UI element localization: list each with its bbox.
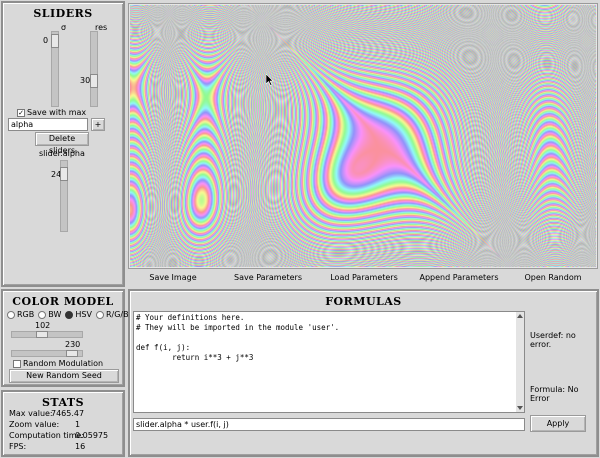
stat-label: Zoom value: [9,420,60,429]
save-image-button[interactable]: Save Image [128,272,218,286]
radio-icon[interactable] [7,310,15,319]
color-model-option-rgb[interactable]: R/G/B [95,310,129,319]
color-slider-2-thumb[interactable] [66,350,78,357]
stat-label: Computation time: [9,431,85,440]
color-model-option-label: RGB [17,310,35,319]
stat-value: 16 [75,442,86,451]
stat-value: 7465.47 [51,409,85,418]
checkbox-icon[interactable] [13,359,21,368]
stat-row: Zoom value: 1 [9,420,123,430]
color-slider-2[interactable] [11,350,83,357]
new-slider-input[interactable]: alpha [8,118,88,131]
radio-icon[interactable] [95,310,104,319]
code-line: def f(i, j): [136,343,191,352]
color-slider-1-thumb[interactable] [36,331,48,338]
res-slider[interactable] [90,31,98,107]
formula-status: Formula: No Error [530,385,579,403]
alpha-slider[interactable] [60,160,68,232]
alpha-slider-label: slider.alpha [39,149,85,158]
res-slider-thumb[interactable] [90,74,98,88]
render-canvas-frame [128,3,598,269]
sigma-slider-thumb[interactable] [51,34,59,48]
stat-value: 1 [75,420,81,429]
formulas-panel: FORMULAS # Your definitions here. # They… [128,289,599,457]
sigma-value: 0 [43,36,49,45]
stats-title: STATS [41,396,85,409]
res-value: 30 [80,76,91,85]
color-slider-2-value: 230 [65,340,81,349]
color-slider-1[interactable] [11,331,83,338]
sliders-title: SLIDERS [33,7,93,20]
sigma-label: σ [61,23,67,32]
color-model-title: COLOR MODEL [12,295,114,308]
open-random-button[interactable]: Open Random [508,272,598,286]
color-model-option-label: BW [48,310,62,319]
color-slider-1-value: 102 [35,321,51,330]
color-model-options: RGB BW HSV R/G/B [7,310,133,319]
radio-icon[interactable] [65,310,74,319]
color-model-option-label: HSV [75,310,92,319]
save-parameters-button[interactable]: Save Parameters [220,272,316,286]
stat-value: 0.05975 [75,431,109,440]
random-modulation-checkbox[interactable]: Random Modulation [13,359,103,368]
load-parameters-button[interactable]: Load Parameters [318,272,410,286]
stat-row: FPS: 16 [9,442,123,452]
userdef-status: Userdef: no error. [530,331,576,349]
render-canvas[interactable] [130,5,596,267]
apply-button[interactable]: Apply [530,415,586,432]
scroll-up-icon[interactable] [517,314,523,318]
random-modulation-label: Random Modulation [23,359,104,368]
color-model-option-hsv[interactable]: HSV [65,310,92,319]
delete-sliders-button[interactable]: Delete sliders [35,132,89,155]
radio-icon[interactable] [38,310,47,319]
sigma-slider[interactable] [51,31,59,107]
checkbox-icon[interactable]: ✓ [17,108,25,117]
color-model-option-rgb[interactable]: RGB [7,310,34,319]
color-model-panel: COLOR MODEL RGB BW HSV R/G/B 102 230 Random… [1,289,129,387]
stat-row: Computation time: 0.05975 [9,431,123,441]
stat-label: FPS: [9,442,27,451]
canvas-toolbar: Save Image Save Parameters Load Paramete… [128,271,598,289]
code-editor[interactable]: # Your definitions here. # They will be … [133,311,525,413]
color-model-option-label: R/G/B [105,310,129,319]
alpha-slider-thumb[interactable] [60,167,68,181]
color-model-option-bw[interactable]: BW [38,310,61,319]
formulas-title: FORMULAS [325,295,402,308]
stats-panel: STATS Max value: 7465.47 Zoom value: 1 C… [1,390,125,457]
mouse-cursor-icon [266,74,274,86]
code-line: return i**3 + j**3 [136,353,254,362]
stat-row: Max value: 7465.47 [9,409,123,419]
add-slider-button[interactable]: + [91,118,105,131]
sliders-panel: SLIDERS σ 0 res 30 ✓Save with max resolu… [1,1,125,287]
append-parameters-button[interactable]: Append Parameters [411,272,507,286]
formula-input[interactable]: slider.alpha * user.f(i, j) [133,418,525,431]
stat-label: Max value: [9,409,53,418]
new-random-seed-button[interactable]: New Random Seed [9,369,119,383]
code-editor-scrollbar[interactable] [516,312,524,412]
code-line: # They will be imported in the module 'u… [136,323,340,332]
scroll-down-icon[interactable] [517,406,523,410]
code-line: # Your definitions here. [136,313,245,322]
